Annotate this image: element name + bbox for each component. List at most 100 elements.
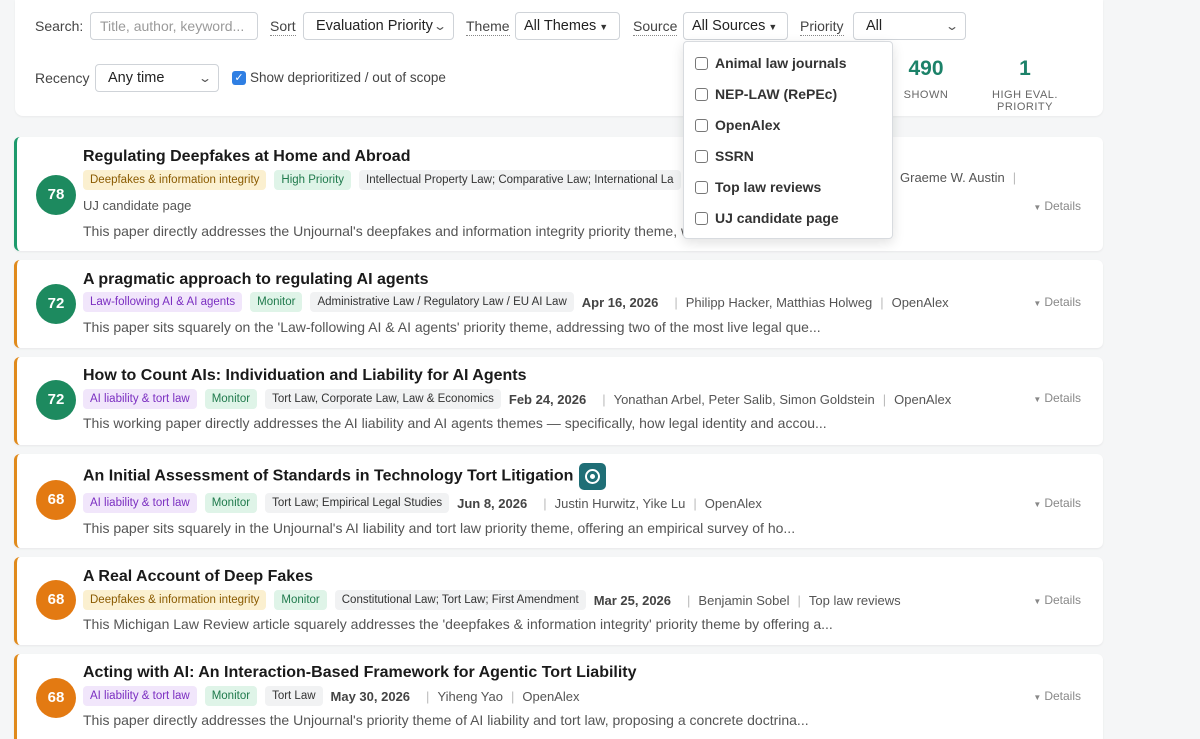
paper-summary: This paper sits squarely on the 'Law-fol… — [83, 319, 821, 335]
fields-tag: Tort Law — [265, 686, 323, 706]
chevron-down-icon: ⌄ — [197, 71, 213, 85]
checkbox-icon[interactable] — [695, 211, 708, 225]
meta-separator: | — [510, 688, 515, 704]
source-option-nep-law[interactable]: NEP-LAW (RePEc) — [695, 84, 837, 104]
paper-title[interactable]: How to Count AIs: Individuation and Liab… — [83, 367, 527, 385]
shown-count: 490 — [908, 57, 944, 80]
shown-stat-label: SHOWN — [903, 89, 949, 101]
theme-tag: Deepfakes & information integrity — [83, 590, 267, 610]
paper-meta: Law-following AI & AI agents Monitor Adm… — [83, 292, 949, 312]
checkbox-icon[interactable] — [695, 87, 708, 101]
paper-date: Apr 16, 2026 — [581, 294, 659, 310]
paper-authors: Justin Hurwitz, Yike Lu — [554, 495, 686, 511]
meta-separator: | — [882, 391, 887, 407]
details-toggle[interactable]: ▼ Details — [1033, 295, 1081, 309]
details-toggle[interactable]: ▼ Details — [1033, 199, 1081, 213]
sort-select[interactable]: Evaluation Priority ⌄ — [303, 12, 454, 40]
score-badge: 72 — [36, 380, 76, 420]
paper-title[interactable]: An Initial Assessment of Standards in Te… — [83, 468, 573, 485]
details-toggle[interactable]: ▼ Details — [1033, 593, 1081, 607]
sort-label: Sort — [270, 18, 296, 36]
details-toggle[interactable]: ▼ Details — [1033, 689, 1081, 703]
paper-card[interactable]: 68 Acting with AI: An Interaction-Based … — [14, 654, 1103, 739]
priority-select-value: All — [866, 18, 883, 34]
source-option-animal-law-journals[interactable]: Animal law journals — [695, 53, 846, 73]
source-option-ssrn[interactable]: SSRN — [695, 146, 754, 166]
paper-card[interactable]: 72 A pragmatic approach to regulating AI… — [14, 260, 1103, 348]
paper-title[interactable]: Regulating Deepfakes at Home and Abroad — [83, 148, 410, 166]
recency-select-value: Any time — [108, 70, 165, 86]
source-option-top-law-reviews[interactable]: Top law reviews — [695, 177, 821, 197]
details-label: Details — [1044, 496, 1081, 510]
theme-label: Theme — [466, 18, 510, 36]
checkbox-icon[interactable] — [695, 149, 708, 163]
details-toggle[interactable]: ▼ Details — [1033, 496, 1081, 510]
source-option-uj-candidate-page[interactable]: UJ candidate page — [695, 208, 839, 228]
checkbox-icon[interactable] — [695, 56, 708, 70]
score-badge: 68 — [36, 580, 76, 620]
paper-authors: Yonathan Arbel, Peter Salib, Simon Golds… — [613, 391, 875, 407]
paper-meta: AI liability & tort law Monitor Tort Law… — [83, 686, 579, 706]
paper-meta: AI liability & tort law Monitor Tort Law… — [83, 389, 951, 409]
fields-tag: Intellectual Property Law; Comparative L… — [359, 170, 681, 190]
theme-tag: AI liability & tort law — [83, 389, 197, 409]
paper-title[interactable]: Acting with AI: An Interaction-Based Fra… — [83, 664, 637, 682]
paper-summary: This paper directly addresses the Unjour… — [83, 712, 809, 728]
paper-date: May 30, 2026 — [330, 688, 411, 704]
priority-tag: Monitor — [274, 590, 327, 610]
source-option-label: Top law reviews — [715, 179, 822, 195]
meta-separator: | — [687, 592, 691, 608]
theme-tag: AI liability & tort law — [83, 493, 197, 513]
details-label: Details — [1044, 391, 1081, 405]
recency-label: Recency — [35, 70, 90, 86]
paper-source: OpenAlex — [891, 294, 949, 310]
paper-title[interactable]: A pragmatic approach to regulating AI ag… — [83, 271, 429, 289]
fields-tag: Tort Law, Corporate Law, Law & Economics — [265, 389, 501, 409]
caret-down-icon: ▼ — [1033, 500, 1042, 509]
meta-separator: | — [543, 495, 547, 511]
chevron-down-icon: ⌄ — [944, 19, 960, 33]
source-label: Source — [633, 18, 678, 36]
details-label: Details — [1044, 295, 1081, 309]
chat-bubble-icon[interactable] — [579, 463, 607, 490]
fields-tag: Tort Law; Empirical Legal Studies — [265, 493, 450, 513]
paper-summary: This working paper directly addresses th… — [83, 415, 827, 431]
fields-tag: Constitutional Law; Tort Law; First Amen… — [334, 590, 586, 610]
checkbox-icon[interactable] — [695, 180, 708, 194]
recency-select[interactable]: Any time ⌄ — [95, 64, 219, 92]
paper-source: OpenAlex — [704, 495, 762, 511]
paper-source: OpenAlex — [894, 391, 952, 407]
paper-card[interactable]: 68 An Initial Assessment of Standards in… — [14, 454, 1103, 548]
paper-card[interactable]: 68 A Real Account of Deep Fakes Deepfake… — [14, 557, 1103, 645]
source-dropdown[interactable]: All Sources ▼ — [683, 12, 788, 40]
priority-tag: High Priority — [274, 170, 352, 190]
theme-tag: Deepfakes & information integrity — [83, 170, 267, 190]
show-deprioritized-checkbox[interactable]: ✓ — [232, 71, 246, 85]
priority-select[interactable]: All ⌄ — [853, 12, 966, 40]
details-label: Details — [1044, 689, 1081, 703]
high-priority-stat: 1 HIGH EVAL. PRIORITY — [963, 57, 1087, 113]
search-label: Search: — [35, 18, 84, 34]
source-option-openalex[interactable]: OpenAlex — [695, 115, 780, 135]
paper-summary: This Michigan Law Review article squarel… — [83, 616, 833, 632]
paper-title[interactable]: A Real Account of Deep Fakes — [83, 568, 313, 586]
checkbox-icon[interactable] — [695, 118, 708, 132]
theme-tag: Law-following AI & AI agents — [83, 292, 243, 312]
caret-down-icon: ▼ — [1033, 203, 1042, 212]
meta-separator: | — [426, 688, 430, 704]
search-input[interactable]: Title, author, keyword... — [90, 12, 258, 40]
fields-tag: Administrative Law / Regulatory Law / EU… — [310, 292, 574, 312]
paper-card[interactable]: 72 How to Count AIs: Individuation and L… — [14, 357, 1103, 445]
caret-down-icon: ▼ — [599, 22, 609, 32]
meta-separator: | — [674, 294, 678, 310]
caret-down-icon: ▼ — [1033, 395, 1042, 404]
paper-authors: Philipp Hacker, Matthias Holweg — [685, 294, 873, 310]
details-toggle[interactable]: ▼ Details — [1033, 391, 1081, 405]
filter-panel: Search: Title, author, keyword... Sort E… — [15, 0, 1103, 116]
theme-dropdown[interactable]: All Themes ▼ — [515, 12, 620, 40]
paper-card[interactable]: 78 Regulating Deepfakes at Home and Abro… — [14, 137, 1103, 251]
theme-dropdown-value: All Themes — [524, 18, 597, 34]
paper-source: OpenAlex — [522, 688, 580, 704]
meta-separator: | — [693, 495, 697, 511]
caret-down-icon: ▼ — [1033, 597, 1042, 606]
